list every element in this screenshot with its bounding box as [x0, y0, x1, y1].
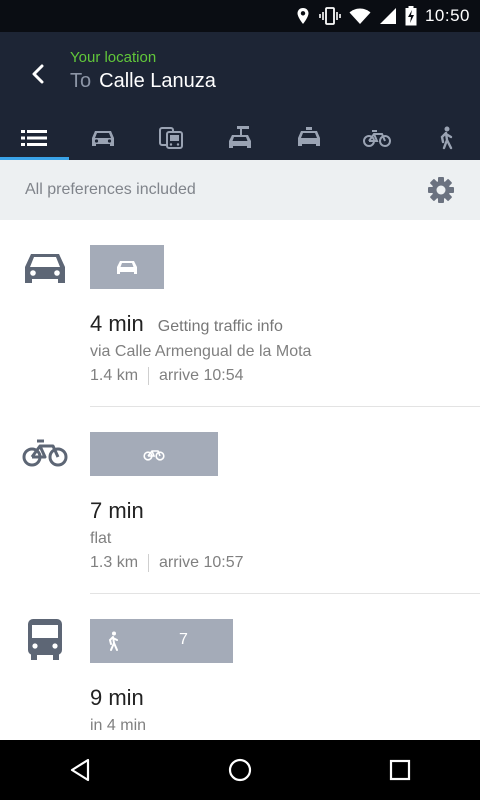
car-icon: [117, 261, 137, 274]
transit-icon: [159, 127, 184, 149]
signal-icon: [379, 8, 396, 24]
walk-minutes: 7: [179, 631, 188, 648]
nav-home-button[interactable]: [210, 740, 270, 800]
circle-home-icon: [228, 758, 252, 782]
tab-car[interactable]: [69, 116, 138, 160]
wifi-icon: [349, 8, 371, 24]
route-list: 4 min Getting traffic info via Calle Arme…: [0, 220, 480, 740]
origin-label[interactable]: Your location: [70, 49, 156, 66]
tab-car-rental[interactable]: [206, 116, 275, 160]
chevron-left-icon: [32, 64, 44, 84]
back-button[interactable]: [18, 54, 58, 94]
route-meta: 1.4 km arrive 10:54: [90, 367, 244, 385]
traffic-note: Getting traffic info: [157, 318, 283, 335]
vibrate-icon: [319, 7, 341, 25]
tab-all[interactable]: [0, 116, 69, 160]
destination-label: Calle Lanuza: [99, 70, 216, 92]
tab-walk[interactable]: [411, 116, 480, 160]
route-card-transit[interactable]: 7 9 min in 4 min: [0, 594, 480, 740]
bus-icon: [28, 619, 62, 660]
walk-icon: [440, 126, 452, 150]
tab-bike[interactable]: [343, 116, 412, 160]
route-meta: 1.3 km arrive 10:57: [90, 554, 244, 572]
car-icon: [91, 131, 114, 146]
route-pill: 7: [90, 619, 233, 663]
square-recents-icon: [389, 759, 411, 781]
route-card-bike[interactable]: 7 min flat 1.3 km arrive 10:57: [0, 407, 480, 594]
gear-icon[interactable]: [426, 175, 456, 205]
route-via: via Calle Armengual de la Mota: [90, 343, 312, 360]
location-icon: [297, 8, 309, 24]
route-duration: 7 min: [90, 498, 144, 523]
walk-icon: [108, 631, 118, 651]
car-rental-icon: [229, 126, 252, 148]
taxi-icon: [297, 127, 320, 146]
route-pill: [90, 432, 218, 476]
car-icon: [25, 254, 65, 283]
bike-icon: [363, 130, 392, 147]
route-pill: [90, 245, 164, 289]
status-time: 10:50: [424, 6, 470, 25]
preferences-bar[interactable]: All preferences included: [0, 160, 480, 220]
system-nav-bar: [0, 740, 480, 800]
bike-icon: [143, 450, 165, 461]
route-distance: 1.4 km: [90, 367, 139, 384]
divider: [148, 367, 150, 385]
route-arrival: arrive 10:57: [159, 554, 244, 571]
battery-charging-icon: [405, 6, 417, 26]
list-icon: [21, 130, 48, 146]
route-duration: 9 min: [90, 685, 144, 710]
route-departure: in 4 min: [90, 717, 147, 734]
route-duration: 4 min Getting traffic info: [90, 311, 283, 336]
route-card-car[interactable]: 4 min Getting traffic info via Calle Arme…: [0, 220, 480, 407]
bike-icon: [22, 439, 68, 467]
nav-back-button[interactable]: [50, 740, 110, 800]
preferences-label: All preferences included: [25, 181, 196, 198]
divider: [148, 554, 150, 572]
route-distance: 1.3 km: [90, 554, 139, 571]
route-arrival: arrive 10:54: [159, 367, 244, 384]
mode-tabs: [0, 116, 480, 160]
to-prefix: To: [70, 70, 92, 92]
destination-field[interactable]: To Calle Lanuza: [70, 70, 216, 93]
tab-taxi[interactable]: [274, 116, 343, 160]
tab-transit[interactable]: [137, 116, 206, 160]
route-header: Your location To Calle Lanuza: [0, 32, 480, 160]
status-bar: 10:50: [0, 0, 480, 32]
triangle-back-icon: [70, 758, 90, 782]
nav-recents-button[interactable]: [370, 740, 430, 800]
route-via: flat: [90, 530, 112, 547]
